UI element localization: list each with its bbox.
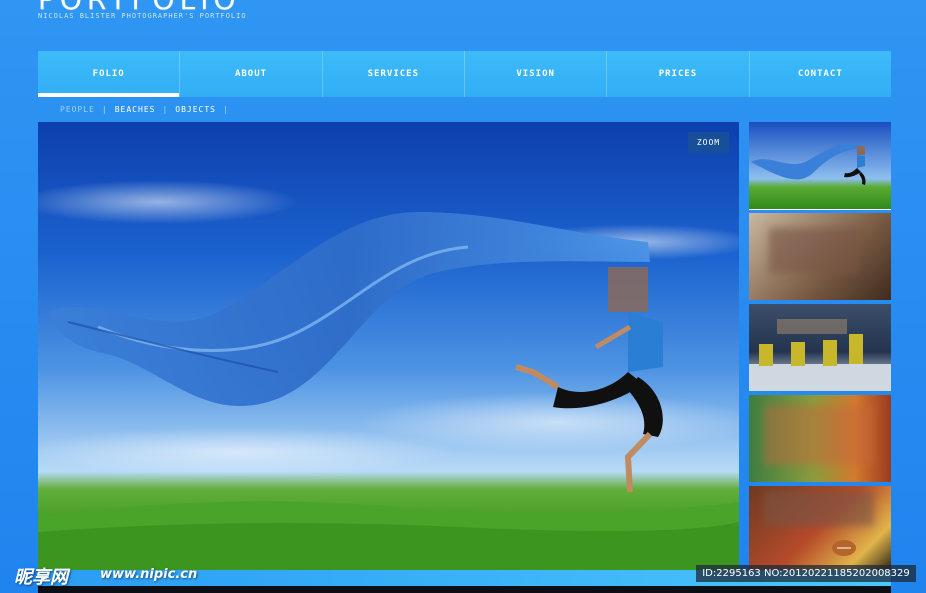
subnav-people[interactable]: PEOPLE: [60, 105, 95, 114]
nav-item-vision[interactable]: VISION: [463, 51, 607, 97]
nav-item-about[interactable]: ABOUT: [179, 51, 322, 97]
nav-item-contact[interactable]: CONTACT: [748, 51, 891, 97]
thumbnail-beach-people[interactable]: [749, 213, 891, 300]
watermark-url: www.nipic.cn: [100, 567, 198, 582]
thumbnail-list: [749, 122, 891, 570]
subnav-beaches[interactable]: BEACHES: [115, 105, 156, 114]
nav-item-folio[interactable]: FOLIO: [38, 51, 180, 97]
zoom-button[interactable]: ZOOM: [688, 132, 729, 153]
page: PORTFOLIO NICOLAS BLISTER PHOTOGRAPHER'S…: [0, 0, 926, 593]
thumbnail-image: [749, 319, 891, 391]
site-subtitle: NICOLAS BLISTER PHOTOGRAPHER'S PORTFOLIO: [38, 12, 247, 20]
main-nav: FOLIO ABOUT SERVICES VISION PRICES CONTA…: [38, 51, 891, 97]
thumbnail-jumping-woman[interactable]: [749, 122, 891, 210]
subnav-objects[interactable]: OBJECTS: [175, 105, 216, 114]
footer-dark-strip: [38, 586, 891, 593]
watermark-id: ID:2295163 NO:20120221185202008329: [696, 565, 916, 582]
nav-item-prices[interactable]: PRICES: [606, 51, 749, 97]
thumbnail-image: [749, 122, 891, 209]
subnav-separator: |: [101, 105, 108, 114]
jumping-woman-photo: [38, 180, 739, 570]
watermark-logo: 昵享网: [14, 567, 68, 588]
thumbnail-skiers[interactable]: [749, 304, 891, 391]
thumbnail-football-player[interactable]: [749, 486, 891, 570]
sub-nav: PEOPLE | BEACHES | OBJECTS |: [60, 105, 236, 114]
subnav-separator: |: [223, 105, 229, 114]
thumbnail-objects[interactable]: [749, 395, 891, 482]
subnav-separator: |: [162, 105, 169, 114]
main-photo[interactable]: ZOOM: [38, 122, 739, 570]
thumbnail-image: [832, 540, 856, 556]
nav-item-services[interactable]: SERVICES: [321, 51, 464, 97]
